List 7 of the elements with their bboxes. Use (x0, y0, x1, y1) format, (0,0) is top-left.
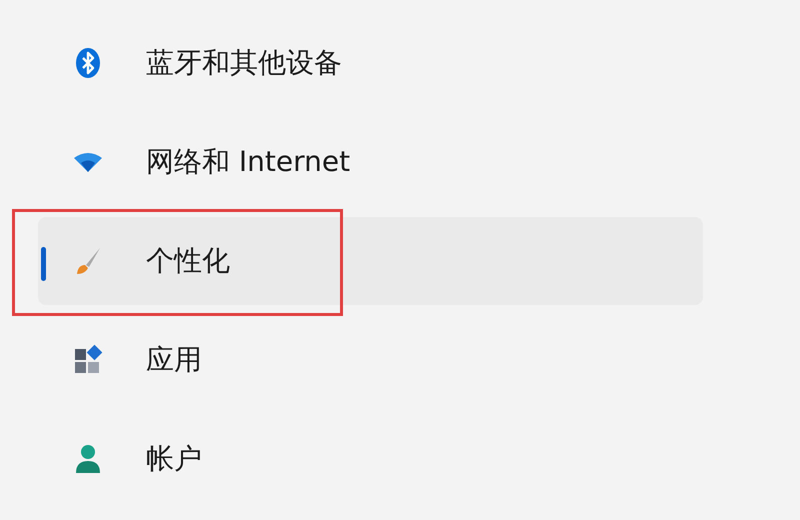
sidebar-item[interactable]: 帐户 (38, 415, 703, 503)
sidebar-item[interactable]: 蓝牙和其他设备 (38, 19, 703, 107)
sidebar-item[interactable]: 个性化 (38, 217, 703, 305)
sidebar-item[interactable]: 网络和 Internet (38, 118, 703, 206)
sidebar-item[interactable]: 应用 (38, 316, 703, 404)
selection-indicator (41, 247, 46, 281)
apps-icon (72, 344, 104, 376)
